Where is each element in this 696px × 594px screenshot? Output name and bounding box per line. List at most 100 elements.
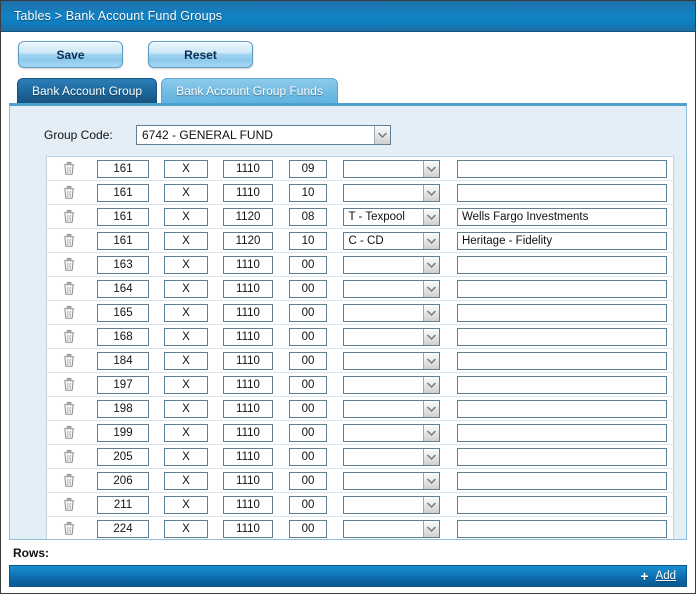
delete-row-button[interactable] [49, 161, 89, 176]
x-input[interactable]: X [164, 375, 208, 394]
sub-account-input[interactable]: 00 [289, 447, 327, 466]
x-input[interactable]: X [164, 423, 208, 442]
type-select[interactable] [342, 183, 440, 202]
description-input[interactable] [457, 447, 667, 466]
account-input[interactable]: 1110 [223, 471, 273, 490]
type-select[interactable] [342, 303, 440, 322]
type-select[interactable]: T - Texpool [342, 207, 440, 226]
sub-account-input[interactable]: 00 [289, 255, 327, 274]
fund-input[interactable]: 168 [97, 327, 149, 346]
type-select[interactable] [342, 351, 440, 370]
account-input[interactable]: 1110 [223, 519, 273, 538]
description-input[interactable] [457, 183, 667, 202]
description-input[interactable] [457, 399, 667, 418]
save-button[interactable]: Save [18, 41, 123, 68]
fund-input[interactable]: 161 [97, 207, 149, 226]
chevron-down-icon[interactable] [422, 376, 439, 393]
account-input[interactable]: 1110 [223, 183, 273, 202]
x-input[interactable]: X [164, 399, 208, 418]
sub-account-input[interactable]: 00 [289, 495, 327, 514]
type-select[interactable] [342, 255, 440, 274]
delete-row-button[interactable] [49, 305, 89, 320]
chevron-down-icon[interactable] [422, 328, 439, 345]
delete-row-button[interactable] [49, 425, 89, 440]
chevron-down-icon[interactable] [422, 400, 439, 417]
account-input[interactable]: 1120 [223, 207, 273, 226]
sub-account-input[interactable]: 08 [289, 207, 327, 226]
description-input[interactable]: Wells Fargo Investments [457, 207, 667, 226]
sub-account-input[interactable]: 00 [289, 303, 327, 322]
type-select[interactable] [342, 519, 440, 538]
sub-account-input[interactable]: 00 [289, 279, 327, 298]
description-input[interactable] [457, 471, 667, 490]
type-select[interactable] [342, 471, 440, 490]
x-input[interactable]: X [164, 255, 208, 274]
delete-row-button[interactable] [49, 377, 89, 392]
chevron-down-icon[interactable] [422, 256, 439, 273]
fund-input[interactable]: 161 [97, 231, 149, 250]
chevron-down-icon[interactable] [422, 448, 439, 465]
fund-input[interactable]: 211 [97, 495, 149, 514]
x-input[interactable]: X [164, 279, 208, 298]
x-input[interactable]: X [164, 327, 208, 346]
delete-row-button[interactable] [49, 257, 89, 272]
account-input[interactable]: 1110 [223, 423, 273, 442]
description-input[interactable]: Heritage - Fidelity [457, 231, 667, 250]
fund-input[interactable]: 165 [97, 303, 149, 322]
chevron-down-icon[interactable] [422, 304, 439, 321]
fund-input[interactable]: 205 [97, 447, 149, 466]
sub-account-input[interactable]: 00 [289, 423, 327, 442]
delete-row-button[interactable] [49, 497, 89, 512]
description-input[interactable] [457, 351, 667, 370]
account-input[interactable]: 1110 [223, 327, 273, 346]
account-input[interactable]: 1110 [223, 279, 273, 298]
x-input[interactable]: X [164, 471, 208, 490]
sub-account-input[interactable]: 00 [289, 471, 327, 490]
description-input[interactable] [457, 519, 667, 538]
fund-input[interactable]: 163 [97, 255, 149, 274]
x-input[interactable]: X [164, 231, 208, 250]
chevron-down-icon[interactable] [374, 126, 390, 144]
delete-row-button[interactable] [49, 209, 89, 224]
chevron-down-icon[interactable] [422, 232, 439, 249]
chevron-down-icon[interactable] [422, 472, 439, 489]
sub-account-input[interactable]: 10 [289, 183, 327, 202]
sub-account-input[interactable]: 09 [289, 159, 327, 178]
delete-row-button[interactable] [49, 449, 89, 464]
delete-row-button[interactable] [49, 329, 89, 344]
description-input[interactable] [457, 303, 667, 322]
sub-account-input[interactable]: 00 [289, 399, 327, 418]
add-row-bar[interactable]: + Add [9, 565, 687, 587]
type-select[interactable] [342, 423, 440, 442]
x-input[interactable]: X [164, 351, 208, 370]
sub-account-input[interactable]: 00 [289, 519, 327, 538]
sub-account-input[interactable]: 00 [289, 351, 327, 370]
description-input[interactable] [457, 495, 667, 514]
sub-account-input[interactable]: 00 [289, 327, 327, 346]
type-select[interactable] [342, 495, 440, 514]
sub-account-input[interactable]: 00 [289, 375, 327, 394]
chevron-down-icon[interactable] [422, 496, 439, 513]
type-select[interactable] [342, 399, 440, 418]
delete-row-button[interactable] [49, 353, 89, 368]
plus-icon[interactable]: + [640, 569, 648, 583]
tab-bank-account-group[interactable]: Bank Account Group [17, 78, 158, 103]
x-input[interactable]: X [164, 447, 208, 466]
type-select[interactable] [342, 375, 440, 394]
account-input[interactable]: 1110 [223, 303, 273, 322]
delete-row-button[interactable] [49, 473, 89, 488]
x-input[interactable]: X [164, 519, 208, 538]
account-input[interactable]: 1120 [223, 231, 273, 250]
delete-row-button[interactable] [49, 521, 89, 536]
tab-bank-account-group-funds[interactable]: Bank Account Group Funds [161, 78, 338, 103]
account-input[interactable]: 1110 [223, 447, 273, 466]
description-input[interactable] [457, 279, 667, 298]
add-row-link[interactable]: Add [656, 570, 676, 582]
chevron-down-icon[interactable] [422, 280, 439, 297]
fund-input[interactable]: 161 [97, 183, 149, 202]
description-input[interactable] [457, 375, 667, 394]
chevron-down-icon[interactable] [422, 160, 439, 177]
description-input[interactable] [457, 327, 667, 346]
type-select[interactable]: C - CD [342, 231, 440, 250]
delete-row-button[interactable] [49, 281, 89, 296]
